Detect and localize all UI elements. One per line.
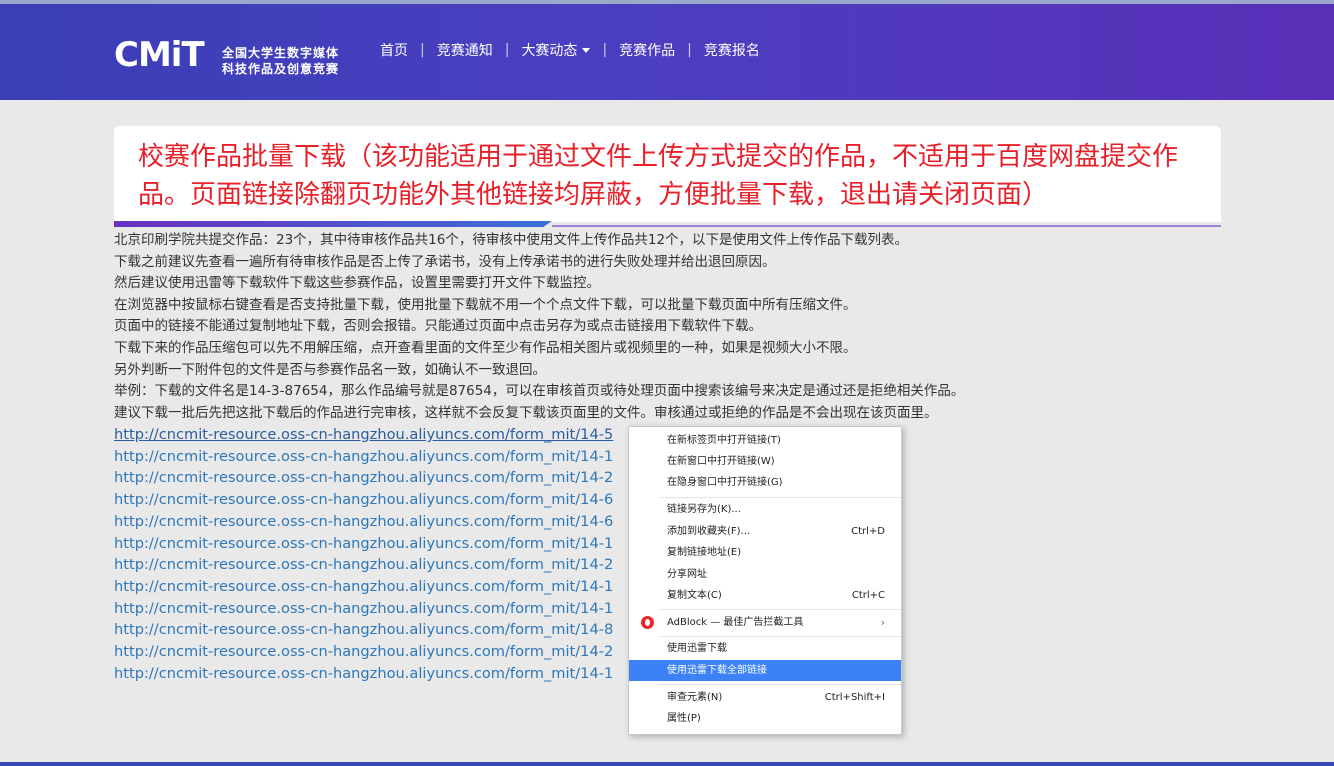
chevron-down-icon bbox=[582, 48, 591, 53]
menu-item-label: 属性(P) bbox=[667, 713, 701, 724]
title-underline-bar bbox=[114, 221, 552, 227]
menu-item-label: 链接另存为(K)... bbox=[667, 504, 741, 515]
menu-inspect-element[interactable]: 审查元素(N) Ctrl+Shift+I bbox=[629, 687, 901, 708]
logo-title-line2: 科技作品及创意竞赛 bbox=[222, 62, 340, 76]
page-title: 校赛作品批量下载（该功能适用于通过文件上传方式提交的作品，不适用于百度网盘提交作… bbox=[138, 142, 1179, 210]
menu-separator bbox=[659, 636, 901, 637]
adblock-icon bbox=[641, 616, 654, 629]
menu-separator bbox=[659, 684, 901, 685]
instructions: 北京印刷学院共提交作品：23个，其中待审核作品共16个，待审核中使用文件上传作品… bbox=[114, 230, 1224, 424]
context-menu: 在新标签页中打开链接(T) 在新窗口中打开链接(W) 在隐身窗口中打开链接(G)… bbox=[628, 426, 902, 735]
nav-item-works[interactable]: 竞赛作品 bbox=[619, 40, 675, 60]
logo-mark: CMiT bbox=[114, 35, 205, 75]
download-link[interactable]: http://cncmit-resource.oss-cn-hangzhou.a… bbox=[114, 576, 634, 598]
instruction-line: 另外判断一下附件包的文件是否与参赛作品名一致，如确认不一致退回。 bbox=[114, 361, 546, 378]
instruction-line: 北京印刷学院共提交作品：23个，其中待审核作品共16个，待审核中使用文件上传作品… bbox=[114, 232, 909, 248]
menu-item-label: 在新标签页中打开链接(T) bbox=[667, 435, 781, 446]
footer-edge bbox=[0, 762, 1334, 766]
menu-copy-link[interactable]: 复制链接地址(E) bbox=[629, 542, 901, 563]
menu-item-label: 使用迅雷下载全部链接 bbox=[667, 665, 767, 676]
menu-properties[interactable]: 属性(P) bbox=[629, 708, 901, 729]
download-link[interactable]: http://cncmit-resource.oss-cn-hangzhou.a… bbox=[114, 641, 634, 663]
menu-open-incognito[interactable]: 在隐身窗口中打开链接(G) bbox=[629, 472, 901, 493]
menu-add-favorite[interactable]: 添加到收藏夹(F)... Ctrl+D bbox=[629, 521, 901, 542]
menu-copy-text[interactable]: 复制文本(C) Ctrl+C bbox=[629, 585, 901, 606]
menu-item-label: 使用迅雷下载 bbox=[667, 643, 727, 654]
menu-shortcut: Ctrl+D bbox=[851, 526, 885, 537]
nav-separator: | bbox=[687, 42, 692, 58]
site-logo[interactable]: CMiT 全国大学生数字媒体 科技作品及创意竞赛 bbox=[114, 34, 344, 78]
chevron-right-icon: › bbox=[880, 616, 885, 629]
nav-item-signup[interactable]: 竞赛报名 bbox=[704, 40, 760, 60]
menu-item-label: 分享网址 bbox=[667, 569, 707, 580]
download-link[interactable]: http://cncmit-resource.oss-cn-hangzhou.a… bbox=[114, 663, 634, 685]
nav-item-notices[interactable]: 竞赛通知 bbox=[437, 40, 493, 60]
instruction-line: 下载下来的作品压缩包可以先不用解压缩，点开查看里面的文件至少有作品相关图片或视频… bbox=[114, 339, 857, 356]
menu-thunder-download-all[interactable]: 使用迅雷下载全部链接 bbox=[629, 660, 901, 681]
menu-item-label: 复制链接地址(E) bbox=[667, 547, 742, 558]
title-underline-thin bbox=[552, 225, 1221, 227]
menu-item-label: 审查元素(N) bbox=[667, 692, 723, 703]
title-card: 校赛作品批量下载（该功能适用于通过文件上传方式提交的作品，不适用于百度网盘提交作… bbox=[114, 126, 1221, 222]
download-link[interactable]: http://cncmit-resource.oss-cn-hangzhou.a… bbox=[114, 554, 634, 576]
download-link-list: http://cncmit-resource.oss-cn-hangzhou.a… bbox=[114, 424, 634, 684]
menu-item-label: 复制文本(C) bbox=[667, 590, 722, 601]
menu-item-label: AdBlock — 最佳广告拦截工具 bbox=[667, 617, 804, 628]
instruction-line: 举例：下载的文件名是14-3-87654，那么作品编号就是87654，可以在审核… bbox=[114, 383, 965, 400]
menu-item-label: 在隐身窗口中打开链接(G) bbox=[667, 477, 783, 488]
main-nav: 首页 | 竞赛通知 | 大赛动态 | 竞赛作品 | 竞赛报名 bbox=[380, 40, 760, 60]
site-header: CMiT 全国大学生数字媒体 科技作品及创意竞赛 首页 | 竞赛通知 | 大赛动… bbox=[0, 0, 1334, 100]
instruction-line: 页面中的链接不能通过复制地址下载，否则会报错。只能通过页面中点击另存为或点击链接… bbox=[114, 318, 762, 335]
menu-item-label: 在新窗口中打开链接(W) bbox=[667, 456, 775, 467]
instruction-line: 下载之前建议先查看一遍所有待审核作品是否上传了承诺书，没有上传承诺书的进行失败处… bbox=[114, 253, 776, 270]
title-underline bbox=[114, 221, 1221, 227]
download-link[interactable]: http://cncmit-resource.oss-cn-hangzhou.a… bbox=[114, 467, 634, 489]
menu-adblock[interactable]: AdBlock — 最佳广告拦截工具 › bbox=[629, 612, 901, 633]
menu-separator bbox=[659, 609, 901, 610]
nav-item-news-label: 大赛动态 bbox=[521, 42, 578, 58]
instruction-line: 然后建议使用迅雷等下载软件下载这些参赛作品，设置里需要打开文件下载监控。 bbox=[114, 275, 600, 292]
menu-thunder-download[interactable]: 使用迅雷下载 bbox=[629, 638, 901, 659]
instruction-line: 在浏览器中按鼠标右键查看是否支持批量下载，使用批量下载就不用一个个点文件下载，可… bbox=[114, 296, 857, 313]
nav-separator: | bbox=[420, 42, 425, 58]
download-link[interactable]: http://cncmit-resource.oss-cn-hangzhou.a… bbox=[114, 424, 634, 446]
menu-open-new-window[interactable]: 在新窗口中打开链接(W) bbox=[629, 451, 901, 472]
nav-item-news[interactable]: 大赛动态 bbox=[521, 40, 591, 60]
menu-separator bbox=[659, 497, 901, 498]
menu-save-link-as[interactable]: 链接另存为(K)... bbox=[629, 499, 901, 520]
header-top-edge bbox=[0, 0, 1334, 4]
menu-item-label: 添加到收藏夹(F)... bbox=[667, 526, 751, 537]
download-link[interactable]: http://cncmit-resource.oss-cn-hangzhou.a… bbox=[114, 533, 634, 555]
download-link[interactable]: http://cncmit-resource.oss-cn-hangzhou.a… bbox=[114, 489, 634, 511]
download-link[interactable]: http://cncmit-resource.oss-cn-hangzhou.a… bbox=[114, 446, 634, 468]
logo-mark-text: CMiT bbox=[114, 35, 205, 75]
logo-title-line1: 全国大学生数字媒体 bbox=[222, 46, 340, 60]
download-link[interactable]: http://cncmit-resource.oss-cn-hangzhou.a… bbox=[114, 511, 634, 533]
nav-separator: | bbox=[602, 42, 608, 58]
menu-share-url[interactable]: 分享网址 bbox=[629, 564, 901, 585]
menu-shortcut: Ctrl+Shift+I bbox=[824, 692, 885, 703]
nav-separator: | bbox=[504, 42, 510, 58]
download-link[interactable]: http://cncmit-resource.oss-cn-hangzhou.a… bbox=[114, 598, 634, 620]
menu-shortcut: Ctrl+C bbox=[851, 590, 885, 601]
download-link[interactable]: http://cncmit-resource.oss-cn-hangzhou.a… bbox=[114, 619, 634, 641]
nav-item-home[interactable]: 首页 bbox=[380, 40, 408, 60]
instruction-line: 建议下载一批后先把这批下载后的作品进行完审核，这样就不会反复下载该页面里的文件。… bbox=[114, 404, 938, 421]
menu-open-new-tab[interactable]: 在新标签页中打开链接(T) bbox=[629, 430, 901, 451]
